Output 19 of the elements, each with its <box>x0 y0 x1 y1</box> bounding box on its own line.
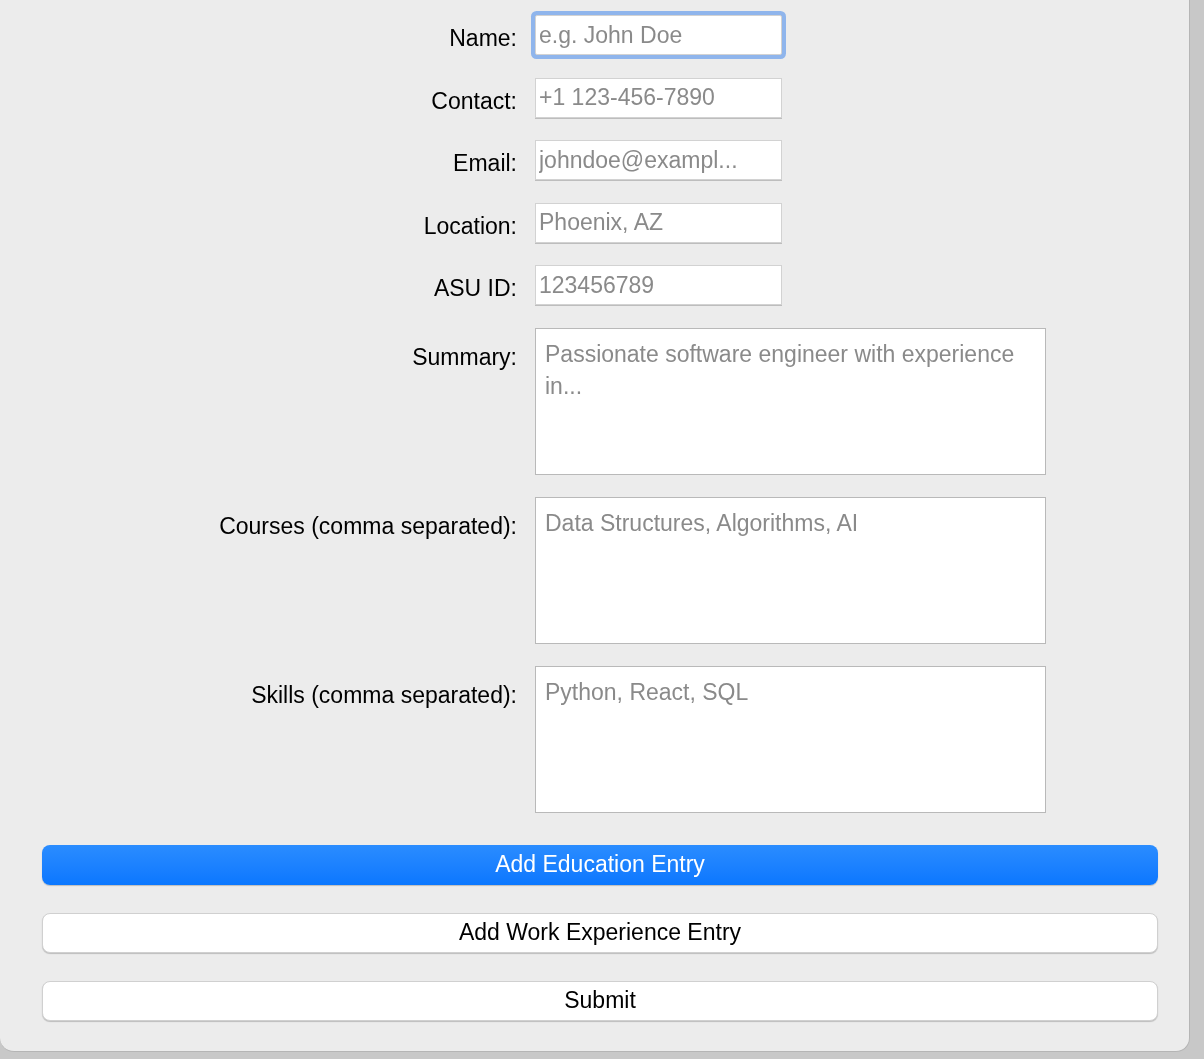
field-label: Email: <box>452 149 517 178</box>
field-label: ASU ID: <box>432 274 517 303</box>
action-button[interactable]: Add Education Entry <box>42 844 1158 885</box>
field-label: Name: <box>448 24 517 53</box>
text-area[interactable]: Data Structures, Algorithms, AI <box>535 496 1046 644</box>
action-button[interactable]: Add Work Experience Entry <box>42 912 1158 953</box>
text-field[interactable]: johndoe@exampl... <box>535 140 782 180</box>
text-area[interactable]: Python, React, SQL <box>535 665 1046 813</box>
text-area[interactable]: Passionate software engineer with experience in... <box>535 327 1046 475</box>
text-field[interactable]: 123456789 <box>535 265 782 305</box>
text-field[interactable]: +1 123-456-7890 <box>535 77 782 118</box>
field-label: Summary: <box>411 342 517 372</box>
field-label: Location: <box>422 211 517 241</box>
field-label: Contact: <box>430 86 517 116</box>
text-field[interactable]: e.g. John Doe <box>535 15 782 55</box>
action-button[interactable]: Submit <box>42 980 1158 1021</box>
text-field[interactable]: Phoenix, AZ <box>535 202 782 243</box>
field-label: Skills (comma separated): <box>250 680 517 710</box>
field-label: Courses (comma separated): <box>218 511 517 541</box>
